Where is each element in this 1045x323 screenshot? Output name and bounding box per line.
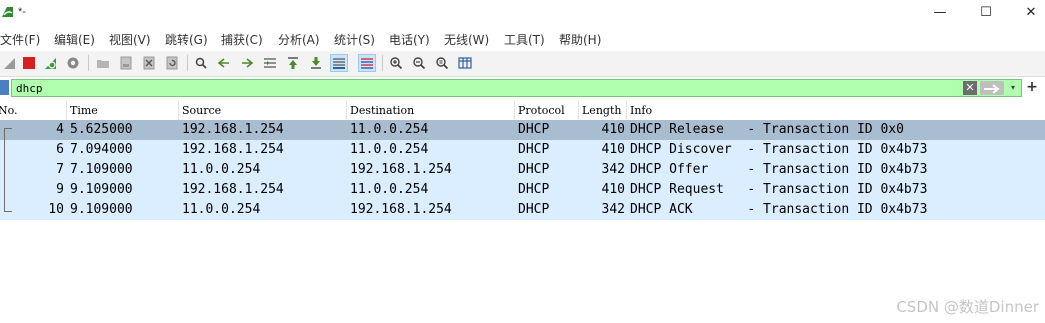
menu-tools[interactable]: 工具(T) xyxy=(504,31,545,48)
cell-protocol: DHCP xyxy=(518,182,550,197)
menu-telephony[interactable]: 电话(Y) xyxy=(389,31,430,48)
toolbar-separator xyxy=(187,55,188,71)
column-header-length[interactable]: Length xyxy=(579,101,627,120)
cell-protocol: DHCP xyxy=(518,142,550,157)
cell-source: 192.168.1.254 xyxy=(182,142,284,157)
column-header-no[interactable]: No. xyxy=(0,101,67,120)
cell-destination: 192.168.1.254 xyxy=(350,202,452,217)
related-packets-bracket-bottom xyxy=(4,211,12,212)
shark-fin-start-icon[interactable] xyxy=(1,54,19,72)
display-filter-box: ✕ ▾ xyxy=(11,79,1022,97)
cell-length: 410 xyxy=(601,142,625,157)
minimize-button[interactable]: — xyxy=(920,2,960,24)
menu-statistics[interactable]: 统计(S) xyxy=(334,31,375,48)
cell-source: 11.0.0.254 xyxy=(182,162,261,177)
cell-length: 410 xyxy=(601,182,625,197)
title-bar: *- — ☐ ✕ xyxy=(0,0,1045,27)
close-file-icon[interactable] xyxy=(140,54,158,72)
cell-time: 9.109000 xyxy=(70,182,133,197)
cell-time: 7.109000 xyxy=(70,162,133,177)
cell-destination: 11.0.0.254 xyxy=(350,122,429,137)
cell-info: DHCP Offer - Transaction ID 0x4b73 xyxy=(630,162,928,177)
column-header-time[interactable]: Time xyxy=(67,101,179,120)
cell-protocol: DHCP xyxy=(518,122,550,137)
toolbar-separator xyxy=(88,55,89,71)
cell-info: DHCP Request - Transaction ID 0x4b73 xyxy=(630,182,928,197)
related-packets-bracket xyxy=(4,128,13,211)
menu-view[interactable]: 视图(V) xyxy=(109,31,151,48)
packet-row[interactable]: 4 5.625000 192.168.1.254 11.0.0.254 DHCP… xyxy=(0,120,1045,140)
cell-destination: 192.168.1.254 xyxy=(350,162,452,177)
colorize-icon[interactable] xyxy=(358,54,376,72)
cell-time: 9.109000 xyxy=(70,202,133,217)
column-header-protocol[interactable]: Protocol xyxy=(515,101,579,120)
reload-file-icon[interactable] xyxy=(163,54,181,72)
related-packets-bracket-top xyxy=(4,128,12,129)
filter-bookmark-icon[interactable] xyxy=(0,80,9,95)
cell-source: 192.168.1.254 xyxy=(182,182,284,197)
packet-row[interactable]: 7 7.109000 11.0.0.254 192.168.1.254 DHCP… xyxy=(0,160,1045,180)
stop-capture-icon[interactable] xyxy=(20,54,38,72)
toolbar-separator xyxy=(382,55,383,71)
maximize-button[interactable]: ☐ xyxy=(966,2,1006,24)
cell-protocol: DHCP xyxy=(518,202,550,217)
cell-length: 342 xyxy=(601,162,625,177)
menu-bar: 文件(F) 编辑(E) 视图(V) 跳转(G) 捕获(C) 分析(A) 统计(S… xyxy=(0,27,1045,51)
cell-time: 5.625000 xyxy=(70,122,133,137)
resize-columns-icon[interactable] xyxy=(456,54,474,72)
find-packet-icon[interactable] xyxy=(192,54,210,72)
menu-help[interactable]: 帮助(H) xyxy=(559,31,601,48)
filter-history-dropdown[interactable]: ▾ xyxy=(1007,81,1019,95)
cell-source: 11.0.0.254 xyxy=(182,202,261,217)
cell-destination: 11.0.0.254 xyxy=(350,182,429,197)
open-file-icon[interactable] xyxy=(94,54,112,72)
save-file-icon[interactable] xyxy=(117,54,135,72)
menu-go[interactable]: 跳转(G) xyxy=(165,31,208,48)
main-toolbar xyxy=(0,51,1045,77)
cell-destination: 11.0.0.254 xyxy=(350,142,429,157)
go-to-packet-icon[interactable] xyxy=(261,54,279,72)
cell-time: 7.094000 xyxy=(70,142,133,157)
packet-list-header: No. Time Source Destination Protocol Len… xyxy=(0,101,1045,121)
zoom-in-icon[interactable] xyxy=(387,54,405,72)
restart-capture-icon[interactable] xyxy=(42,54,60,72)
last-packet-icon[interactable] xyxy=(307,54,325,72)
watermark: CSDN @数道Dinner xyxy=(896,298,1039,316)
display-filter-input[interactable] xyxy=(16,80,916,96)
cell-info: DHCP Release - Transaction ID 0x0 xyxy=(630,122,904,137)
menu-edit[interactable]: 编辑(E) xyxy=(54,31,95,48)
zoom-out-icon[interactable] xyxy=(410,54,428,72)
menu-file[interactable]: 文件(F) xyxy=(0,31,40,48)
add-filter-button[interactable]: + xyxy=(1025,79,1039,95)
column-header-source[interactable]: Source xyxy=(179,101,347,120)
menu-wireless[interactable]: 无线(W) xyxy=(444,31,489,48)
packet-row[interactable]: 9 9.109000 192.168.1.254 11.0.0.254 DHCP… xyxy=(0,180,1045,200)
cell-source: 192.168.1.254 xyxy=(182,122,284,137)
cell-info: DHCP ACK - Transaction ID 0x4b73 xyxy=(630,202,928,217)
menu-analyze[interactable]: 分析(A) xyxy=(278,31,320,48)
clear-filter-icon[interactable]: ✕ xyxy=(963,81,977,95)
capture-options-icon[interactable] xyxy=(64,54,82,72)
close-window-button[interactable]: ✕ xyxy=(1011,2,1045,24)
window-title: *- xyxy=(18,6,26,18)
cell-protocol: DHCP xyxy=(518,162,550,177)
cell-length: 410 xyxy=(601,122,625,137)
cell-length: 342 xyxy=(601,202,625,217)
apply-filter-icon[interactable] xyxy=(980,81,1004,95)
packet-row[interactable]: 10 9.109000 11.0.0.254 192.168.1.254 DHC… xyxy=(0,200,1045,220)
go-forward-icon[interactable] xyxy=(238,54,256,72)
cell-info: DHCP Discover - Transaction ID 0x4b73 xyxy=(630,142,928,157)
display-filter-bar: ✕ ▾ + xyxy=(0,78,1045,99)
column-header-destination[interactable]: Destination xyxy=(347,101,515,120)
auto-scroll-icon[interactable] xyxy=(330,54,348,72)
normal-size-icon[interactable] xyxy=(433,54,451,72)
first-packet-icon[interactable] xyxy=(284,54,302,72)
wireshark-app-icon xyxy=(2,7,13,17)
menu-capture[interactable]: 捕获(C) xyxy=(221,31,263,48)
column-header-info[interactable]: Info xyxy=(627,101,1045,120)
packet-row[interactable]: 6 7.094000 192.168.1.254 11.0.0.254 DHCP… xyxy=(0,140,1045,160)
go-back-icon[interactable] xyxy=(215,54,233,72)
